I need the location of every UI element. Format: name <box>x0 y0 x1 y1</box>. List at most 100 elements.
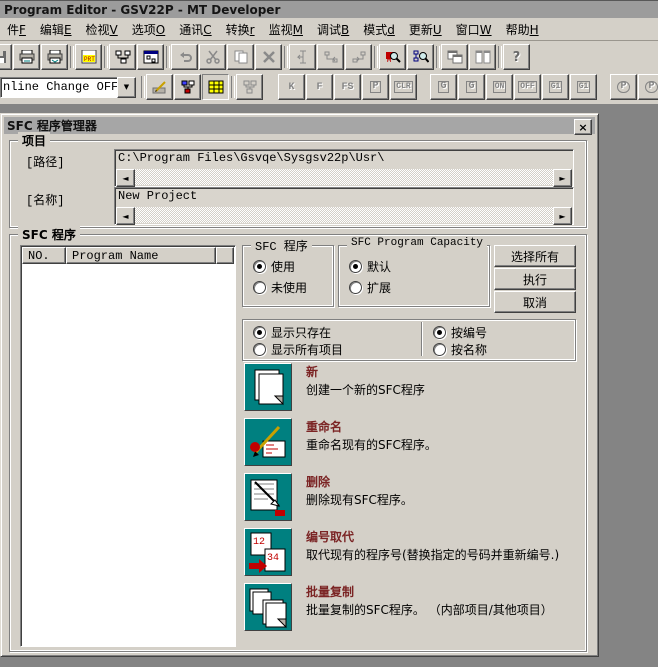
path-scrollbar[interactable]: ◄ ► <box>116 169 572 185</box>
radio-by-number[interactable]: 按编号 <box>433 324 487 341</box>
insert-series-button[interactable] <box>345 44 372 70</box>
insert-step-button[interactable] <box>289 44 316 70</box>
menu-item-view[interactable]: 检视V <box>79 19 125 40</box>
dialog-close-button[interactable]: × <box>574 119 592 135</box>
sfc-program-manager-dialog: SFC 程序管理器 × 项目 [路径] C:\Program Files\Gsv… <box>0 113 599 657</box>
action-title: 重命名 <box>306 418 342 435</box>
scroll-right-button[interactable]: ► <box>553 207 572 225</box>
symbol-gsub2-button[interactable]: G1 <box>570 74 597 100</box>
name-field[interactable]: New Project ◄ ► <box>114 187 574 225</box>
combo-dropdown-button[interactable]: ▼ <box>117 77 136 98</box>
sfc-monitor-button[interactable] <box>236 74 263 100</box>
undo-button[interactable] <box>171 44 198 70</box>
arrow-right-icon: ► <box>559 174 565 183</box>
radio-use[interactable]: 使用 <box>253 258 295 275</box>
cut-button[interactable] <box>199 44 226 70</box>
symbol-k-button[interactable]: K <box>278 74 305 100</box>
menu-item-help[interactable]: 帮助H <box>499 19 546 40</box>
menu-item-window[interactable]: 窗口W <box>449 19 499 40</box>
select-all-button[interactable]: 选择所有 <box>494 245 576 267</box>
program-window-icon <box>143 50 159 64</box>
radio-by-name[interactable]: 按名称 <box>433 341 487 358</box>
device-list-button[interactable] <box>202 74 229 100</box>
program-list-body[interactable] <box>22 264 234 645</box>
symbol-fs-button[interactable]: FS <box>334 74 361 100</box>
program-list[interactable]: NO. Program Name <box>20 245 236 647</box>
undo-icon <box>177 50 193 64</box>
menu-item-edit[interactable]: 编辑E <box>33 19 79 40</box>
radio-extended[interactable]: 扩展 <box>349 279 391 296</box>
radio-default[interactable]: 默认 <box>349 258 391 275</box>
label-p-button[interactable]: P <box>638 74 658 100</box>
print-preview-button[interactable] <box>41 44 68 70</box>
menu-item-comm[interactable]: 通讯C <box>172 19 218 40</box>
dialog-titlebar[interactable]: SFC 程序管理器 × <box>4 117 595 134</box>
application-window: Program Editor - GSV22P - MT Developer 件… <box>0 0 658 667</box>
menu-item-file[interactable]: 件F <box>0 19 33 40</box>
path-field[interactable]: C:\Program Files\Gsvqe\Sysgsv22p\Usr\ ◄ … <box>114 149 574 187</box>
cascade-windows-icon <box>447 50 463 64</box>
scroll-left-button[interactable]: ◄ <box>116 169 135 187</box>
sfc-diagram-button[interactable] <box>109 44 136 70</box>
jump-p-button[interactable]: P <box>610 74 637 100</box>
menu-item-convert[interactable]: 转换r <box>219 19 262 40</box>
sfc-monitor-icon <box>242 80 258 94</box>
action-description: 批量复制的SFC程序。 （内部项目/其他项目） <box>306 602 592 619</box>
symbol-clr-button[interactable]: CLR <box>390 74 417 100</box>
symbol-off-button[interactable]: OFF <box>514 74 541 100</box>
scroll-left-button[interactable]: ◄ <box>116 207 135 225</box>
cascade-windows-button[interactable] <box>441 44 468 70</box>
sfc-block-list-button[interactable] <box>174 74 201 100</box>
menu-item-options[interactable]: 选项O <box>125 19 172 40</box>
execute-button[interactable]: 执行 <box>494 268 576 290</box>
copy-button[interactable] <box>227 44 254 70</box>
action-batch-copy[interactable]: 批量复制 批量复制的SFC程序。 （内部项目/其他项目） <box>242 581 592 635</box>
find-step-button[interactable] <box>407 44 434 70</box>
print-button[interactable] <box>13 44 40 70</box>
tile-windows-button[interactable] <box>469 44 496 70</box>
name-scrollbar[interactable]: ◄ ► <box>116 207 572 223</box>
scroll-right-button[interactable]: ► <box>553 169 572 187</box>
menu-item-mode[interactable]: 模式d <box>356 19 402 40</box>
action-description: 取代现有的程序号(替换指定的号码并重新编号.) <box>306 547 592 564</box>
action-rename[interactable]: 重命名 重命名现有的SFC程序。 <box>242 416 592 470</box>
help-button[interactable]: ? <box>503 44 530 70</box>
print-format-button[interactable]: PRT <box>75 44 102 70</box>
symbol-on-button[interactable]: ON <box>486 74 513 100</box>
delete-program-icon <box>244 473 292 521</box>
cancel-button[interactable]: 取消 <box>494 291 576 313</box>
radio-unuse[interactable]: 未使用 <box>253 279 307 296</box>
online-change-combo[interactable]: nline Change OFF ▼ <box>0 77 136 98</box>
find-button[interactable]: M <box>379 44 406 70</box>
column-header-no[interactable]: NO. <box>22 247 66 264</box>
radio-show-all[interactable]: 显示所有项目 <box>253 341 343 358</box>
save-button[interactable] <box>0 44 12 70</box>
grid-table-icon <box>208 80 224 94</box>
program-window-button[interactable] <box>137 44 164 70</box>
toolbar-row-1: PRT <box>2 43 531 71</box>
symbol-g1-button[interactable]: G <box>430 74 457 100</box>
window-titlebar[interactable]: Program Editor - GSV22P - MT Developer <box>0 0 658 19</box>
action-delete[interactable]: 删除 删除现有SFC程序。 <box>242 471 592 525</box>
action-renumber[interactable]: 1234 编号取代 取代现有的程序号(替换指定的号码并重新编号.) <box>242 526 592 580</box>
symbol-g2-button[interactable]: G <box>458 74 485 100</box>
symbol-f-button[interactable]: F <box>306 74 333 100</box>
svg-text:PRT: PRT <box>84 56 95 63</box>
toolbar-area: PRT <box>0 41 658 104</box>
symbol-gsub1-button[interactable]: G1 <box>542 74 569 100</box>
find-step-icon <box>413 50 429 64</box>
insert-branch-button[interactable] <box>317 44 344 70</box>
column-header-program-name[interactable]: Program Name <box>66 247 216 264</box>
column-header-blank[interactable] <box>216 247 234 264</box>
sfc-group-legend: SFC 程序 <box>18 226 80 243</box>
radio-show-existing[interactable]: 显示只存在 <box>253 324 331 341</box>
menu-item-monitor[interactable]: 监视M <box>262 19 310 40</box>
capacity-box: SFC Program Capacity 默认 扩展 <box>338 245 490 307</box>
menu-item-debug[interactable]: 调试B <box>310 19 356 40</box>
symbol-p-button[interactable]: P <box>362 74 389 100</box>
edit-comment-button[interactable] <box>146 74 173 100</box>
delete-button[interactable] <box>255 44 282 70</box>
menu-item-update[interactable]: 更新U <box>402 19 449 40</box>
find-icon: M <box>385 50 401 64</box>
action-new[interactable]: 新 创建一个新的SFC程序 <box>242 361 592 415</box>
